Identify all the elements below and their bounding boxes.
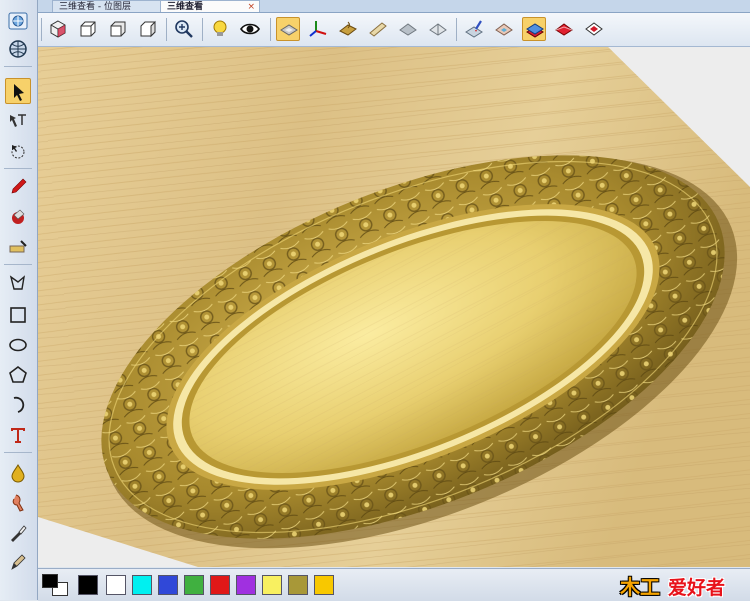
palette-swatch[interactable] xyxy=(314,575,334,595)
text-icon[interactable] xyxy=(5,422,31,448)
top-view-icon[interactable] xyxy=(76,17,100,41)
relief-render xyxy=(38,47,750,567)
zoom-icon[interactable] xyxy=(172,17,196,41)
relief-view-icon[interactable] xyxy=(276,17,300,41)
fg-bg-color-icon[interactable] xyxy=(40,572,72,598)
palette-swatch[interactable] xyxy=(236,575,256,595)
eye-icon[interactable] xyxy=(238,17,262,41)
tab-bar: 三维查看 - 位图层 三维查看 × xyxy=(38,0,750,13)
palette-swatch[interactable] xyxy=(288,575,308,595)
polyline-icon[interactable] xyxy=(5,270,31,296)
palette-swatch[interactable] xyxy=(158,575,178,595)
left-toolbar xyxy=(0,0,38,600)
side-view-icon[interactable] xyxy=(136,17,160,41)
grey-outline-icon[interactable] xyxy=(426,17,450,41)
pen-icon[interactable] xyxy=(5,174,31,200)
paint-brush-icon[interactable] xyxy=(462,17,486,41)
sculpt-icon[interactable] xyxy=(5,490,31,516)
select-arrow-icon[interactable] xyxy=(5,78,31,104)
rectangle-icon[interactable] xyxy=(5,302,31,328)
palette-swatch[interactable] xyxy=(262,575,282,595)
close-icon[interactable]: × xyxy=(247,1,255,12)
watermark-logo: 木工 爱好者 xyxy=(618,570,746,599)
polygon-icon[interactable] xyxy=(5,362,31,388)
tab-3d-view[interactable]: 三维查看 × xyxy=(160,0,260,12)
palette-swatch[interactable] xyxy=(106,575,126,595)
pencil-tool-icon[interactable] xyxy=(5,550,31,576)
palette-swatch[interactable] xyxy=(132,575,152,595)
fill-icon[interactable] xyxy=(5,204,31,230)
red-layer-icon[interactable] xyxy=(552,17,576,41)
tab-label: 三维查看 xyxy=(167,2,204,12)
material-layer-icon[interactable] xyxy=(492,17,516,41)
transform-icon[interactable] xyxy=(5,138,31,164)
watermark-part1: 木工 xyxy=(620,575,660,599)
tab-3d-view-bitmap[interactable]: 三维查看 - 位图层 xyxy=(52,0,172,12)
brush-tool-icon[interactable] xyxy=(5,520,31,546)
axes-icon[interactable] xyxy=(306,17,330,41)
node-edit-icon[interactable] xyxy=(5,108,31,134)
red-diamond-icon[interactable] xyxy=(582,17,606,41)
watermark-part2: 爱好者 xyxy=(668,577,726,599)
arc-icon[interactable] xyxy=(5,392,31,418)
texture-block-icon[interactable] xyxy=(336,17,360,41)
drop-icon[interactable] xyxy=(5,460,31,486)
globe-icon[interactable] xyxy=(5,36,31,62)
light-bulb-icon[interactable] xyxy=(208,17,232,41)
globe-view-icon[interactable] xyxy=(5,8,31,34)
palette-swatch[interactable] xyxy=(78,575,98,595)
front-view-icon[interactable] xyxy=(106,17,130,41)
layer-stack-icon[interactable] xyxy=(522,17,546,41)
view-toolbar xyxy=(38,13,750,47)
palette-swatch[interactable] xyxy=(210,575,230,595)
wood-plank-icon[interactable] xyxy=(366,17,390,41)
3d-viewport[interactable] xyxy=(38,47,750,567)
tab-label: 三维查看 - 位图层 xyxy=(59,2,131,12)
palette-swatch[interactable] xyxy=(184,575,204,595)
iso-view-icon[interactable] xyxy=(46,17,70,41)
grey-material-icon[interactable] xyxy=(396,17,420,41)
measure-icon[interactable] xyxy=(5,234,31,260)
ellipse-icon[interactable] xyxy=(5,332,31,358)
